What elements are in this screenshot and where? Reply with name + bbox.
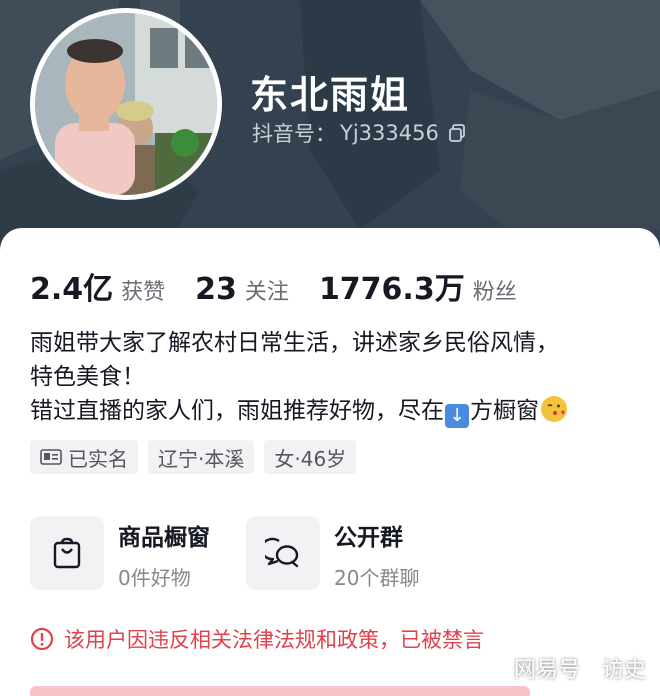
bio-line-1: 雨姐带大家了解农村日常生活，讲述家乡民俗风情， [30,330,559,356]
avatar[interactable] [35,13,217,195]
watermark: 网易号 访史 [514,652,646,684]
profile-nickname: 东北雨姐 [250,73,411,117]
id-card-icon [40,449,62,465]
profile-bio: 雨姐带大家了解农村日常生活，讲述家乡民俗风情， 特色美食！ 错过直播的家人们，雨… [30,326,640,428]
alert-circle-icon [30,627,54,651]
tag-location-label: 辽宁·本溪 [158,446,245,471]
bio-line-3: 错过直播的家人们，雨姐推荐好物，尽在 ↓ 方橱窗 [30,394,640,428]
down-arrow-emoji-icon: ↓ [445,404,469,428]
avatar-ring[interactable] [30,8,222,200]
feature-shop-subtitle: 0件好物 [118,566,191,590]
tag-verified[interactable]: 已实名 [30,440,138,474]
stat-followers-label: 粉丝 [472,280,517,305]
bio-line-3-end: 方橱窗 [470,398,539,424]
ban-notice-text: 该用户因违反相关法律法规和政策，已被禁言 [64,628,484,652]
stat-likes-value: 2.4亿 [30,272,114,307]
copy-icon[interactable] [447,123,467,143]
tag-location[interactable]: 辽宁·本溪 [148,440,255,474]
watermark-source: 网易号 [513,658,580,683]
avatar-photo [35,13,217,195]
watermark-author: 访史 [601,658,646,683]
ban-notice: 该用户因违反相关法律法规和政策，已被禁言 [30,624,484,654]
bottom-action-bar[interactable] [30,686,530,696]
douyin-id-value: Yj333456 [340,121,439,145]
stat-following-label: 关注 [244,280,289,305]
wink-kiss-emoji-icon [541,396,567,422]
stat-following-value: 23 [195,272,237,307]
douyin-id-label: 抖音号： [252,122,336,146]
feature-shop-window[interactable]: 商品橱窗 0件好物 [30,516,210,591]
feature-shop-icon-box [30,516,104,590]
feature-public-group[interactable]: 公开群 20个群聊 [246,516,419,591]
stat-following[interactable]: 23 关注 [195,272,289,307]
feature-shop-title: 商品橱窗 [118,525,210,551]
profile-features: 商品橱窗 0件好物 公开群 20个群聊 [30,516,419,591]
profile-banner: 东北雨姐 抖音号： Yj333456 [0,0,660,260]
bio-line-3-start: 错过直播的家人们，雨姐推荐好物，尽在 [30,398,444,424]
chat-bubbles-icon [265,537,299,568]
profile-card: 2.4亿 获赞 23 关注 1776.3万 粉丝 雨姐带大家了解农村日常生活，讲… [0,228,660,696]
stat-followers-value: 1776.3万 [318,272,465,307]
feature-group-title: 公开群 [334,525,403,551]
tag-gender-age-label: 女·46岁 [274,446,347,471]
stat-followers[interactable]: 1776.3万 粉丝 [319,264,517,308]
tag-verified-label: 已实名 [68,446,128,471]
watermark-divider [589,657,592,679]
profile-tags: 已实名 辽宁·本溪 女·46岁 [30,440,357,474]
stat-likes-label: 获赞 [121,280,166,305]
bio-line-2: 特色美食！ [30,364,145,390]
feature-group-icon-box [246,516,320,590]
tag-gender-age[interactable]: 女·46岁 [264,440,357,474]
profile-stats: 2.4亿 获赞 23 关注 1776.3万 粉丝 [30,264,547,308]
douyin-id[interactable]: 抖音号： Yj333456 [252,118,467,148]
stat-likes[interactable]: 2.4亿 获赞 [30,264,165,308]
shopping-bag-icon [53,537,81,569]
feature-group-subtitle: 20个群聊 [334,566,420,590]
